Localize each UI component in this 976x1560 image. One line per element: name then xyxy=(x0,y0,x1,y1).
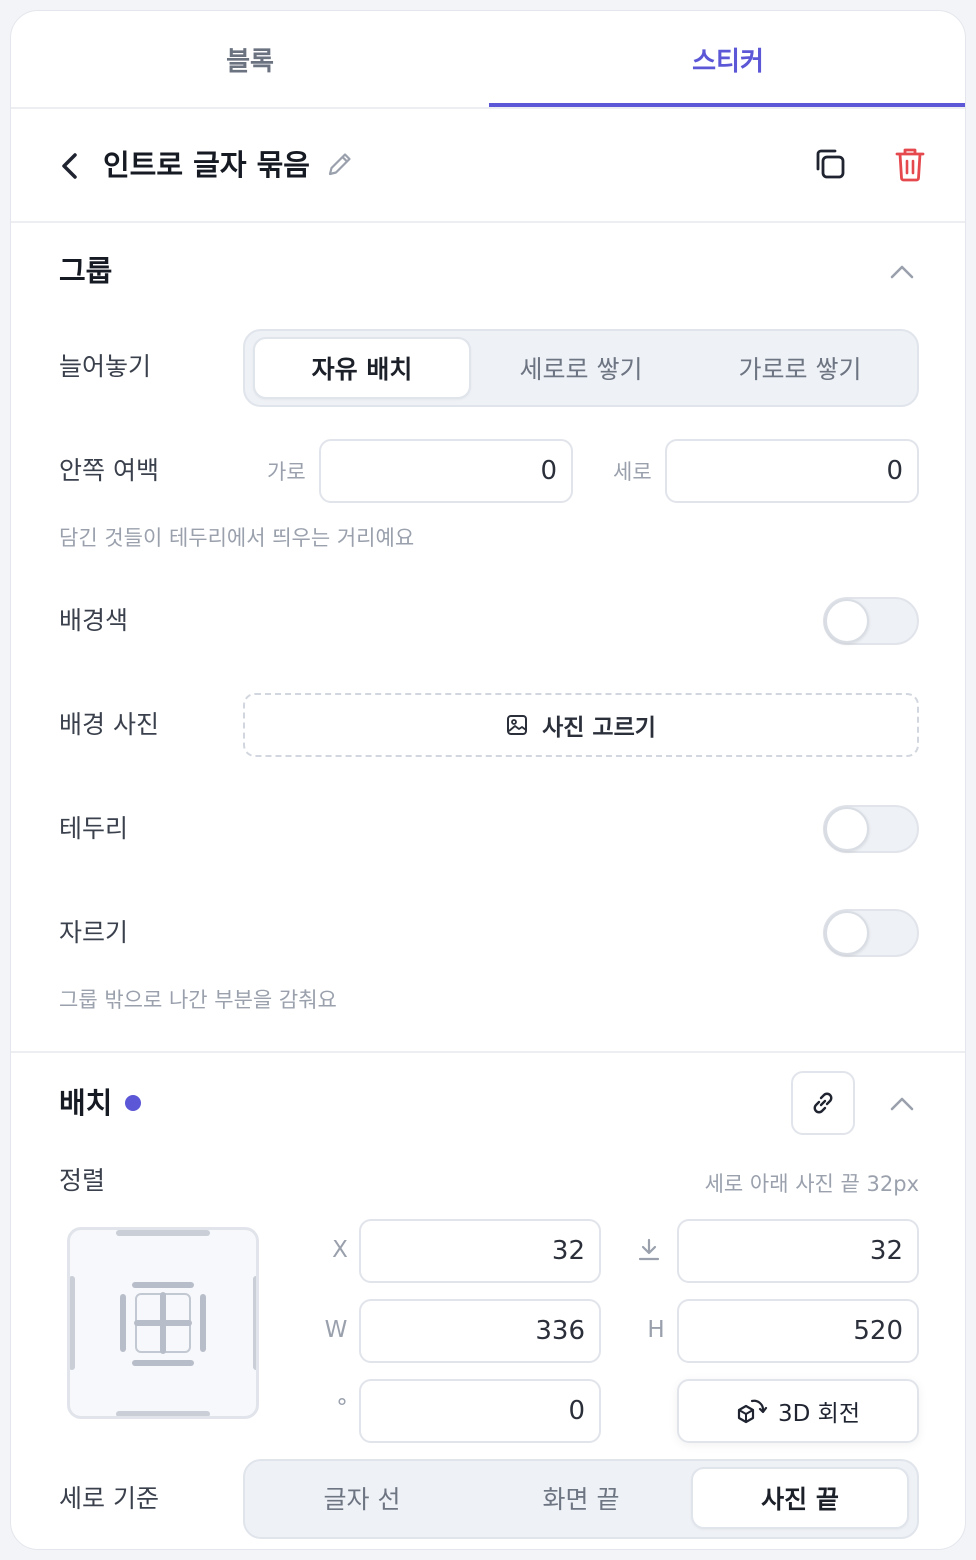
h-label: H xyxy=(647,1317,665,1343)
clip-hint: 그룹 밖으로 나간 부분을 감춰요 xyxy=(59,988,337,1012)
padding-hint: 담긴 것들이 테두리에서 띄우는 거리예요 xyxy=(59,526,415,550)
tab-bar: 블록 스티커 xyxy=(11,11,965,109)
x-input[interactable]: 32 xyxy=(359,1219,601,1283)
arrange-label: 늘어놓기 xyxy=(59,352,152,381)
border-toggle[interactable] xyxy=(823,805,919,853)
active-tab-indicator xyxy=(489,103,965,107)
vertical-ref-option-screen-edge[interactable]: 화면 끝 xyxy=(473,1467,689,1529)
vertical-reference-segmented-control: 글자 선 화면 끝 사진 끝 xyxy=(243,1459,919,1539)
padding-horizontal-label: 가로 xyxy=(267,460,306,484)
choose-photo-button[interactable]: 사진 고르기 xyxy=(243,693,919,757)
tab-sticker[interactable]: 스티커 xyxy=(489,11,965,107)
cube-rotate-icon xyxy=(737,1399,768,1424)
link-button[interactable] xyxy=(791,1071,855,1135)
rotate-3d-label: 3D 회전 xyxy=(778,1401,860,1427)
vertical-ref-option-text-line[interactable]: 글자 선 xyxy=(253,1467,471,1529)
toggle-knob xyxy=(825,911,869,955)
height-input[interactable]: 520 xyxy=(677,1299,919,1363)
clip-toggle[interactable] xyxy=(823,909,919,957)
vertical-reference-label: 세로 기준 xyxy=(59,1484,159,1513)
align-summary: 세로 아래 사진 끝 32px xyxy=(704,1172,919,1196)
link-icon xyxy=(813,1092,833,1114)
border-label: 테두리 xyxy=(59,814,129,843)
toggle-knob xyxy=(825,599,869,643)
arrange-option-vertical-stack[interactable]: 세로로 쌓기 xyxy=(473,337,689,399)
padding-vertical-label: 세로 xyxy=(613,460,652,484)
sticker-panel: 블록 스티커 인트로 글자 묶음 그룹 늘어놓기 자유 배치 세로로 쌓기 가로… xyxy=(10,10,966,1550)
clip-label: 자르기 xyxy=(59,918,129,947)
toggle-knob xyxy=(825,807,869,851)
chevron-left-icon[interactable] xyxy=(55,147,83,185)
arrange-option-horizontal-stack[interactable]: 가로로 쌓기 xyxy=(691,337,909,399)
rotation-label: ° xyxy=(336,1395,348,1421)
element-title: 인트로 글자 묶음 xyxy=(103,148,310,182)
section-divider xyxy=(11,1051,965,1053)
x-label: X xyxy=(332,1237,348,1263)
alignment-grid-icon xyxy=(70,1230,256,1416)
background-color-toggle[interactable] xyxy=(823,597,919,645)
padding-vertical-input[interactable]: 0 xyxy=(665,439,919,503)
arrange-segmented-control: 자유 배치 세로로 쌓기 가로로 쌓기 xyxy=(243,329,919,407)
arrange-option-free[interactable]: 자유 배치 xyxy=(253,337,471,399)
group-section-title: 그룹 xyxy=(59,254,113,288)
rotate-3d-button[interactable]: 3D 회전 xyxy=(677,1379,919,1443)
padding-label: 안쪽 여백 xyxy=(59,456,159,485)
w-label: W xyxy=(324,1317,348,1343)
choose-photo-label: 사진 고르기 xyxy=(542,715,656,741)
pencil-icon[interactable] xyxy=(325,149,355,179)
alignment-picker[interactable] xyxy=(67,1227,259,1419)
background-photo-label: 배경 사진 xyxy=(59,710,159,739)
background-color-label: 배경색 xyxy=(59,606,129,635)
vertical-ref-option-photo-edge[interactable]: 사진 끝 xyxy=(691,1467,909,1529)
placement-section-title: 배치 xyxy=(59,1086,113,1120)
duplicate-icon[interactable] xyxy=(811,145,849,183)
trash-icon[interactable] xyxy=(893,145,927,183)
tab-block[interactable]: 블록 xyxy=(11,11,489,107)
image-icon xyxy=(507,715,528,735)
width-input[interactable]: 336 xyxy=(359,1299,601,1363)
padding-horizontal-input[interactable]: 0 xyxy=(319,439,573,503)
chevron-up-icon[interactable] xyxy=(887,1093,917,1115)
chevron-up-icon[interactable] xyxy=(887,261,917,283)
modified-dot xyxy=(125,1095,141,1111)
bottom-offset-input[interactable]: 32 xyxy=(677,1219,919,1283)
align-label: 정렬 xyxy=(59,1166,106,1195)
panel-header: 인트로 글자 묶음 xyxy=(11,109,965,223)
align-bottom-icon xyxy=(638,1238,660,1261)
rotation-input[interactable]: 0 xyxy=(359,1379,601,1443)
